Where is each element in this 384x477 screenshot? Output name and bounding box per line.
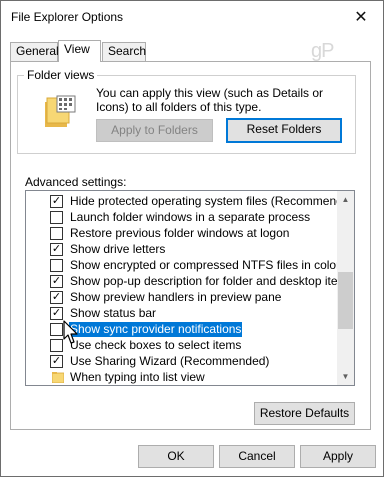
list-item-label: Show sync provider notifications: [69, 322, 243, 337]
list-item[interactable]: Launch folder windows in a separate proc…: [26, 209, 339, 226]
checkbox[interactable]: [50, 339, 63, 352]
close-icon[interactable]: ✕: [339, 1, 383, 33]
list-item-label: Use Sharing Wizard (Recommended): [70, 354, 270, 368]
apply-to-folders-button[interactable]: Apply to Folders: [96, 119, 213, 142]
checkbox[interactable]: [50, 259, 63, 272]
tab-view[interactable]: View: [58, 40, 101, 62]
list-item[interactable]: ✓ Use Sharing Wizard (Recommended): [26, 353, 339, 370]
list-item-label: Show preview handlers in preview pane: [70, 290, 282, 304]
list-item-label: Restore previous folder windows at logon: [70, 226, 290, 240]
list-item-label: Show encrypted or compressed NTFS files …: [70, 258, 341, 272]
list-item-label: Launch folder windows in a separate proc…: [70, 210, 311, 224]
scroll-thumb[interactable]: [338, 272, 353, 329]
mouse-cursor-icon: [63, 320, 78, 344]
list-item-label: Show drive letters: [70, 242, 166, 256]
checkbox[interactable]: ✓: [50, 307, 63, 320]
scroll-up-arrow-icon[interactable]: ▲: [337, 191, 354, 208]
list-item[interactable]: Show encrypted or compressed NTFS files …: [26, 257, 341, 274]
window-title: File Explorer Options: [11, 10, 124, 24]
checkbox[interactable]: ✓: [50, 195, 63, 208]
watermark: gP: [311, 40, 334, 62]
checkbox[interactable]: ✓: [50, 275, 63, 288]
list-item-label: Hide protected operating system files (R…: [70, 194, 355, 208]
list-item[interactable]: Restore previous folder windows at logon: [26, 225, 339, 242]
apply-button[interactable]: Apply: [300, 445, 376, 468]
list-item[interactable]: ✓ Show preview handlers in preview pane: [26, 289, 339, 306]
list-scrollbar[interactable]: ▲ ▼: [337, 191, 354, 385]
folder-views-description: You can apply this view (such as Details…: [96, 86, 324, 114]
list-item[interactable]: ✓ Show pop-up description for folder and…: [26, 273, 354, 290]
reset-folders-button[interactable]: Reset Folders: [226, 118, 342, 143]
ok-button[interactable]: OK: [138, 445, 214, 468]
restore-defaults-button[interactable]: Restore Defaults: [254, 402, 355, 425]
list-item-label: Show status bar: [70, 306, 157, 320]
folder-icon: [52, 372, 64, 383]
tab-general[interactable]: General: [10, 42, 59, 61]
list-item-label: Show pop-up description for folder and d…: [70, 274, 354, 288]
checkbox[interactable]: ✓: [50, 355, 63, 368]
cancel-button[interactable]: Cancel: [219, 445, 295, 468]
list-item-label: When typing into list view: [70, 370, 205, 384]
checkbox[interactable]: ✓: [50, 243, 63, 256]
scroll-down-arrow-icon[interactable]: ▼: [337, 368, 354, 385]
list-item[interactable]: ✓ Show drive letters: [26, 241, 339, 258]
tab-search[interactable]: Search: [102, 42, 146, 61]
list-item[interactable]: When typing into list view: [26, 369, 339, 385]
list-item-label: Use check boxes to select items: [70, 338, 242, 352]
checkbox[interactable]: ✓: [50, 291, 63, 304]
folder-views-icon: [45, 95, 76, 127]
checkbox[interactable]: [50, 211, 63, 224]
title-bar: File Explorer Options ✕: [1, 1, 383, 33]
checkbox[interactable]: [50, 227, 63, 240]
advanced-settings-list[interactable]: ✓ Hide protected operating system files …: [25, 190, 355, 386]
list-item[interactable]: ✓ Hide protected operating system files …: [26, 193, 354, 210]
advanced-settings-label: Advanced settings:: [25, 175, 127, 189]
checkbox[interactable]: [50, 323, 63, 336]
folder-views-label: Folder views: [24, 68, 98, 82]
